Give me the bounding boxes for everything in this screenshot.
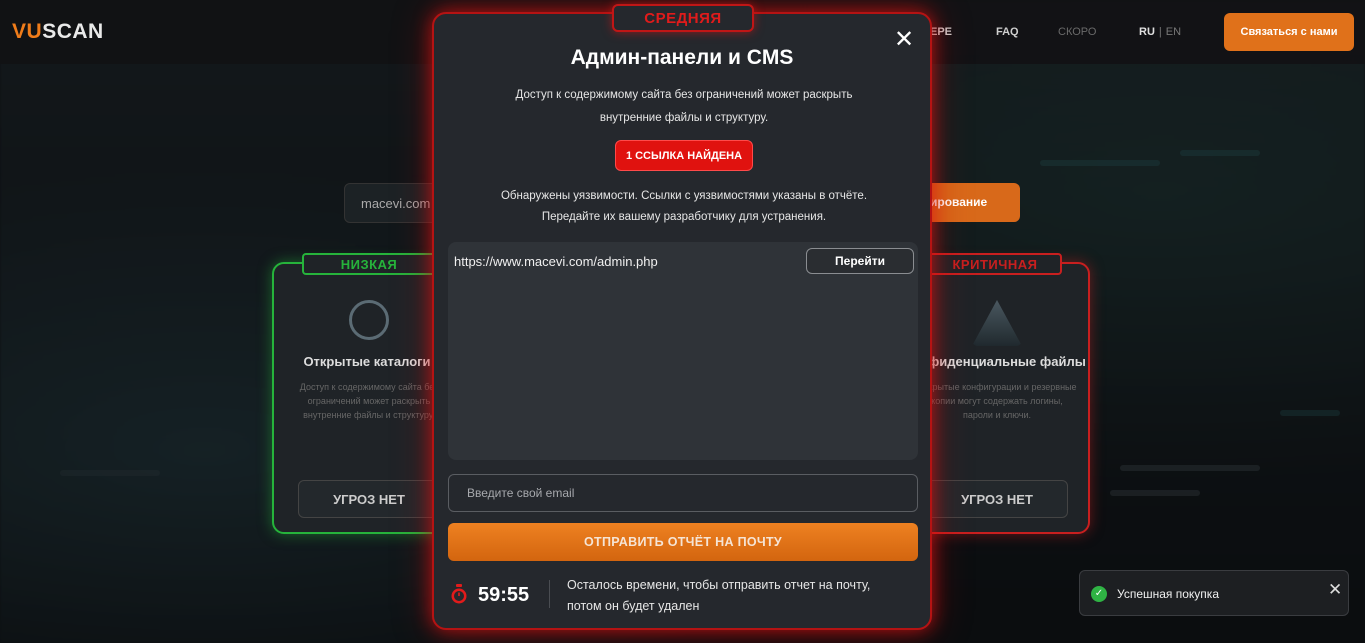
severity-tag-medium: СРЕДНЯЯ [612, 4, 754, 32]
toast-message: Успешная покупка [1117, 587, 1219, 601]
lang-en[interactable]: EN [1166, 26, 1181, 38]
logo[interactable]: VUSCAN [12, 20, 104, 44]
language-switcher: RU | EN [1139, 26, 1181, 38]
modal-note: Обнаружены уязвимости. Ссылки с уязвимос… [474, 186, 894, 228]
nav-item-soon[interactable]: СКОРО [1058, 26, 1096, 38]
close-icon[interactable]: ✕ [1328, 580, 1342, 600]
lang-ru[interactable]: RU [1139, 26, 1155, 38]
description-line: внутренние файлы и структуру. [599, 112, 769, 124]
list-item: https://www.macevi.com/admin.php Перейти [448, 242, 918, 278]
card-description: Доступ к содержимому сайта без ограничен… [299, 382, 439, 420]
card-status-button[interactable]: УГРОЗ НЕТ [298, 480, 440, 518]
contact-button[interactable]: Связаться с нами [1224, 13, 1354, 51]
stopwatch-icon [451, 584, 467, 604]
vulnerability-modal: СРЕДНЯЯ ✕ Админ-панели и CMS Доступ к со… [432, 4, 932, 630]
vulnerable-links-list: https://www.macevi.com/admin.php Перейти [448, 242, 918, 460]
timer-text-line: потом он будет удален [567, 599, 700, 613]
severity-tag-low: НИЗКАЯ [302, 253, 436, 275]
send-report-button[interactable]: ОТПРАВИТЬ ОТЧЁТ НА ПОЧТУ [448, 523, 918, 561]
go-button[interactable]: Перейти [806, 248, 914, 274]
timer-text-line: Осталось времени, чтобы отправить отчет … [567, 578, 871, 592]
modal-title: Админ-панели и CMS [570, 46, 794, 69]
check-circle-icon: ✓ [1091, 586, 1107, 602]
modal-description: Доступ к содержимому сайта без ограничен… [494, 84, 874, 130]
countdown-timer: 59:55 [478, 584, 530, 606]
note-line: Передайте их вашему разработчику для уст… [541, 211, 827, 223]
card-status-button[interactable]: УГРОЗ НЕТ [926, 480, 1068, 518]
logo-suffix: SCAN [42, 20, 104, 43]
warning-icon [972, 300, 1022, 346]
links-found-badge: 1 ССЫЛКА НАЙДЕНА [615, 140, 753, 171]
timer-description: Осталось времени, чтобы отправить отчет … [567, 575, 907, 617]
severity-tag-critical: КРИТИЧНАЯ [928, 253, 1062, 275]
nav-item-faq[interactable]: FAQ [996, 26, 1019, 38]
nav-item-about[interactable]: ЕРЕ [930, 26, 952, 38]
vulnerable-link-url: https://www.macevi.com/admin.php [454, 254, 658, 269]
divider [549, 580, 550, 608]
email-field[interactable] [448, 474, 918, 512]
logo-prefix: VU [12, 20, 43, 43]
success-toast: ✓ Успешная покупка ✕ [1079, 570, 1349, 616]
lang-separator: | [1158, 26, 1162, 38]
description-line: Доступ к содержимому сайта без ограничен… [515, 89, 853, 101]
scan-button[interactable]: ирование [920, 183, 1020, 222]
radar-icon [349, 300, 389, 340]
note-line: Обнаружены уязвимости. Ссылки с уязвимос… [500, 190, 868, 202]
card-description: Открытые конфигурации и резервные копии … [917, 382, 1077, 420]
